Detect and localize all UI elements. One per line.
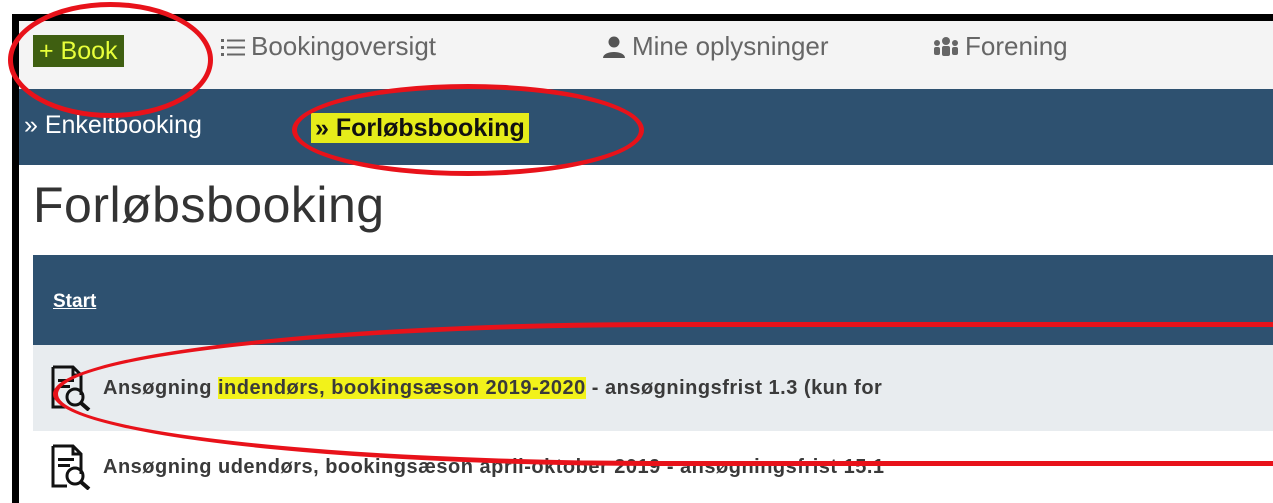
document-search-icon (51, 444, 91, 490)
row-title-highlight: indendørs, bookingsæson 2019-2020 (217, 376, 586, 399)
subnav-forlobsbooking[interactable]: » Forløbsbooking (311, 113, 529, 143)
row-title: Ansøgning indendørs, bookingsæson 2019-2… (103, 376, 883, 400)
row-title: Ansøgning udendørs, bookingsæson april-o… (103, 455, 885, 478)
top-navigation: + Book Bookingoversigt Mine oplysninger … (19, 21, 1273, 89)
nav-book[interactable]: + Book (33, 35, 124, 67)
nav-forening[interactable]: Forening (933, 31, 1068, 62)
row-title-post: - ansøgningsfrist 1.3 (kun for (585, 376, 883, 399)
nav-bookingoversigt[interactable]: Bookingoversigt (221, 31, 436, 62)
group-icon (934, 36, 958, 56)
document-search-icon (51, 365, 91, 411)
row-title-pre: Ansøgning (103, 376, 218, 399)
list-icon (221, 38, 245, 56)
nav-forening-label: Forening (965, 31, 1068, 61)
user-icon (603, 36, 625, 58)
table-row[interactable]: Ansøgning indendørs, bookingsæson 2019-2… (33, 345, 1273, 431)
page-title: Forløbsbooking (33, 177, 385, 233)
frame-border-top (12, 14, 1273, 21)
nav-bookingoversigt-label: Bookingoversigt (251, 31, 436, 61)
table-row[interactable]: Ansøgning udendørs, bookingsæson april-o… (33, 431, 1273, 503)
subnav-enkeltbooking[interactable]: » Enkeltbooking (24, 111, 202, 140)
table-header: Start (33, 255, 1273, 345)
nav-mine-oplysninger-label: Mine oplysninger (632, 31, 829, 61)
frame-border-left (12, 14, 19, 503)
nav-mine-oplysninger[interactable]: Mine oplysninger (602, 31, 829, 62)
table-header-start-link[interactable]: Start (53, 291, 96, 313)
sub-navigation: » Enkeltbooking » Forløbsbooking (19, 89, 1273, 165)
nav-book-label: + Book (39, 36, 118, 65)
